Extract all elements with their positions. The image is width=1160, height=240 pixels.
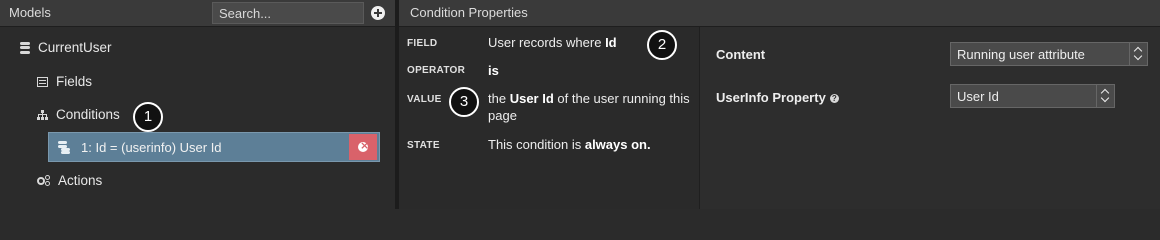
field-value-text: User records where [488, 35, 602, 50]
content-select-value: Running user attribute [957, 47, 1085, 62]
select-arrows-icon [1096, 85, 1114, 107]
models-title: Models [9, 5, 51, 20]
state-text-bold: always on. [584, 137, 651, 152]
field-key: FIELD [407, 38, 438, 49]
condition-item-label: 1: Id = (userinfo) User Id [81, 140, 222, 155]
condition-properties-header: Condition Properties [399, 0, 1160, 27]
help-icon[interactable]: ? [829, 94, 839, 103]
list-icon [37, 76, 48, 87]
delete-condition-button[interactable] [349, 134, 377, 160]
content-select[interactable]: Running user attribute [950, 42, 1148, 66]
add-model-button[interactable] [371, 6, 385, 20]
state-value: This condition is always on. [488, 136, 651, 153]
operator-value-bold: is [488, 63, 499, 78]
userinfo-property-select[interactable]: User Id [950, 84, 1115, 108]
sitemap-icon [37, 109, 48, 120]
callout-marker-2: 2 [647, 30, 677, 60]
cogs-icon [37, 175, 50, 186]
value-text-bold: User Id [509, 91, 554, 106]
callout-marker-3: 3 [449, 87, 479, 117]
value-key: VALUE [407, 94, 442, 105]
userinfo-property-text: UserInfo Property [716, 90, 826, 105]
field-value: User records where Id [488, 34, 617, 51]
operator-key: OPERATOR [407, 65, 466, 76]
state-key: STATE [407, 140, 440, 151]
value-value: the User Id of the user running this pag… [488, 90, 693, 124]
condition-properties-title: Condition Properties [410, 5, 528, 20]
database-icon [20, 41, 30, 54]
model-item-currentuser[interactable]: CurrentUser [20, 40, 112, 55]
model-name: CurrentUser [38, 40, 112, 55]
userinfo-property-select-value: User Id [957, 89, 999, 104]
search-input[interactable] [212, 2, 364, 24]
models-panel: Models CurrentUser Fields Conditions 1: … [0, 0, 395, 209]
tree-item-actions[interactable]: Actions [37, 173, 102, 188]
callout-marker-1: 1 [133, 102, 163, 132]
tree-item-fields[interactable]: Fields [37, 74, 92, 89]
actions-label: Actions [58, 173, 103, 188]
tree-item-conditions[interactable]: Conditions [37, 107, 120, 122]
select-arrows-icon [1129, 43, 1147, 65]
condition-item[interactable]: 1: Id = (userinfo) User Id [48, 132, 380, 162]
field-value-bold: Id [605, 35, 617, 50]
operator-value: is [488, 62, 499, 79]
database-icon [58, 141, 70, 154]
conditions-label: Conditions [56, 107, 120, 122]
fields-label: Fields [56, 74, 93, 89]
userinfo-property-label: UserInfo Property? [716, 90, 839, 105]
condition-settings: Content Running user attribute UserInfo … [700, 27, 1160, 209]
state-text: This condition is [488, 137, 582, 152]
models-header: Models [0, 0, 395, 27]
value-text-prefix: the [488, 91, 507, 106]
content-label: Content [716, 47, 766, 62]
